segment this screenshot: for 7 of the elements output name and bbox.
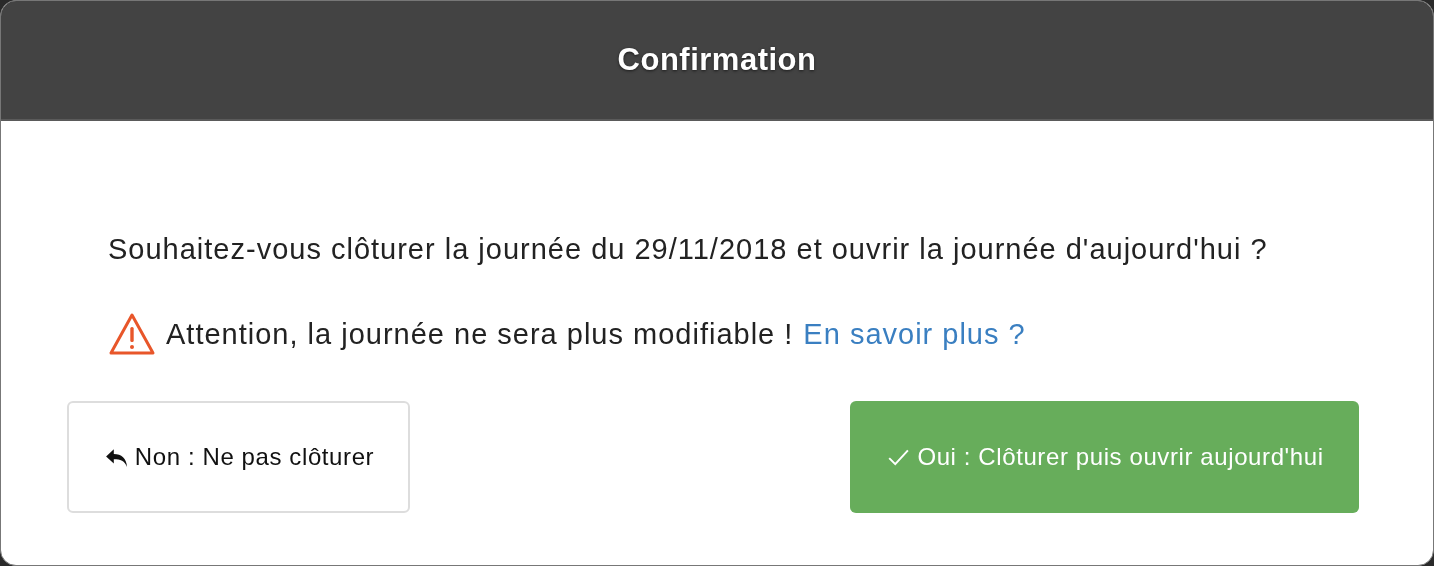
dialog-title: Confirmation [617, 42, 817, 78]
warning-icon [108, 312, 156, 356]
cancel-button[interactable]: Non : Ne pas clôturer [67, 401, 410, 513]
learn-more-link[interactable]: En savoir plus ? [803, 317, 1026, 351]
confirmation-message: Souhaitez-vous clôturer la journée du 29/11/2018 et ouvrir la journée d'aujourd'hui ? [108, 232, 1269, 266]
warning-text: Attention, la journée ne sera plus modifiable ! [166, 317, 794, 351]
confirm-button[interactable]: Oui : Clôturer puis ouvrir aujourd'hui [850, 401, 1359, 513]
